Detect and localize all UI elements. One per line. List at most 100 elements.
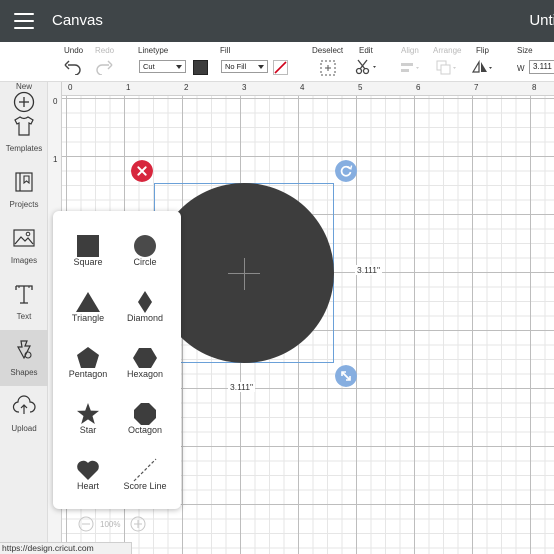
left-nav: New Templates Projects Images Text Shape…: [0, 82, 48, 554]
app-window: Canvas Unti Undo Redo Linetype Cut Fill …: [0, 0, 554, 554]
nav-item-projects[interactable]: Projects: [0, 162, 48, 218]
size-width-label: W: [517, 64, 525, 73]
undo-label: Undo: [64, 46, 84, 55]
ruler-tick-3: 3: [242, 83, 247, 92]
ruler-tick-5: 5: [358, 83, 363, 92]
shape-label: Heart: [76, 481, 99, 491]
redo-label: Redo: [95, 46, 115, 55]
star-icon: [77, 403, 99, 424]
octagon-icon: [134, 403, 156, 425]
nav-item-shapes[interactable]: Shapes: [0, 330, 48, 386]
shape-pentagon[interactable]: Pentagon: [59, 335, 117, 387]
align-label: Align: [401, 46, 419, 55]
align-icon[interactable]: [400, 61, 422, 75]
linetype-color-swatch[interactable]: [193, 60, 208, 75]
linetype-select[interactable]: Cut: [139, 60, 186, 73]
height-dimension-label: 3.111": [355, 265, 383, 275]
ruler-top: 0 1 2 3 4 5 6 7 8: [48, 82, 554, 96]
size-label: Size: [517, 46, 533, 55]
nav-item-templates[interactable]: Templates: [0, 106, 48, 162]
circle-icon: [134, 235, 156, 257]
nav-item-images[interactable]: Images: [0, 218, 48, 274]
fill-value: No Fill: [225, 62, 247, 71]
cloud-upload-icon: [12, 395, 36, 414]
shape-octagon[interactable]: Octagon: [116, 391, 174, 443]
width-dimension-label: 3.111": [228, 382, 256, 392]
ruler-tick-0: 0: [68, 83, 73, 92]
project-title[interactable]: Unti: [529, 12, 554, 29]
shape-star[interactable]: Star: [59, 391, 117, 443]
shape-label: Score Line: [123, 481, 167, 491]
flip-icon[interactable]: [472, 60, 494, 75]
image-icon: [13, 229, 35, 247]
edit-toolbar: Undo Redo Linetype Cut Fill No Fill Dese…: [0, 42, 554, 82]
fill-select[interactable]: No Fill: [221, 60, 268, 73]
shape-label: Pentagon: [68, 369, 108, 379]
text-icon: [15, 285, 33, 304]
nav-label-templates: Templates: [5, 144, 43, 153]
shape-label: Circle: [133, 257, 157, 267]
zoom-out-icon[interactable]: [78, 516, 94, 532]
edit-label: Edit: [359, 46, 373, 55]
flip-label: Flip: [476, 46, 489, 55]
nav-item-text[interactable]: Text: [0, 274, 48, 330]
deselect-icon[interactable]: [320, 60, 336, 76]
edit-scissors-icon[interactable]: [355, 59, 379, 75]
shape-hexagon[interactable]: Hexagon: [116, 335, 174, 387]
deselect-label: Deselect: [312, 46, 344, 55]
ruler-tick-1: 1: [126, 83, 131, 92]
delete-close-icon[interactable]: [131, 160, 153, 182]
app-title: Canvas: [52, 12, 103, 29]
no-fill-color-icon[interactable]: [273, 60, 288, 75]
size-width-input[interactable]: 3.111: [529, 60, 554, 74]
ruler-tick-6: 6: [416, 83, 421, 92]
nav-item-upload[interactable]: Upload: [0, 386, 48, 442]
shape-triangle[interactable]: Triangle: [59, 279, 117, 331]
ruler-tick-7: 7: [474, 83, 479, 92]
resize-handle-icon[interactable]: [335, 365, 357, 387]
redo-icon[interactable]: [95, 59, 113, 75]
ruler-tick-8: 8: [532, 83, 537, 92]
arrange-label: Arrange: [433, 46, 462, 55]
diamond-icon: [138, 291, 152, 313]
center-crosshair: [244, 258, 245, 290]
square-icon: [77, 235, 99, 257]
shape-label: Octagon: [127, 425, 163, 435]
browser-status-url: https://design.cricut.com: [0, 542, 132, 554]
hexagon-icon: [133, 348, 157, 368]
shape-label: Diamond: [126, 313, 164, 323]
rotate-icon[interactable]: [335, 160, 357, 182]
arrange-icon[interactable]: [436, 60, 458, 75]
top-bar: Canvas Unti: [0, 0, 554, 42]
zoom-level: 100%: [100, 520, 121, 529]
ruler-tick-2: 2: [184, 83, 189, 92]
hamburger-menu-icon[interactable]: [14, 13, 34, 29]
zoom-control[interactable]: 100%: [78, 516, 148, 534]
chevron-down-icon: [176, 65, 182, 69]
linetype-label: Linetype: [138, 46, 169, 55]
tshirt-icon: [14, 116, 34, 136]
shape-label: Hexagon: [126, 369, 164, 379]
nav-label-upload: Upload: [11, 424, 37, 433]
undo-icon[interactable]: [64, 59, 82, 75]
shapes-panel: Square Circle Triangle Diamond Pentagon …: [53, 211, 181, 509]
triangle-icon: [76, 292, 100, 312]
nav-label-projects: Projects: [9, 200, 39, 209]
shape-square[interactable]: Square: [59, 223, 117, 275]
nav-label-shapes: Shapes: [10, 368, 38, 377]
fill-label: Fill: [220, 46, 231, 55]
chevron-down-icon: [258, 65, 264, 69]
zoom-in-icon[interactable]: [130, 516, 146, 532]
linetype-value: Cut: [143, 62, 155, 71]
nav-label-new: New: [15, 82, 32, 91]
ruler-tick-4: 4: [300, 83, 305, 92]
shape-score-line[interactable]: Score Line: [116, 447, 174, 499]
ruler-tick-left-1: 1: [53, 155, 58, 164]
shape-diamond[interactable]: Diamond: [116, 279, 174, 331]
shape-heart[interactable]: Heart: [59, 447, 117, 499]
shapes-icon: [16, 340, 32, 360]
shape-circle[interactable]: Circle: [116, 223, 174, 275]
shape-label: Square: [73, 257, 103, 267]
heart-icon: [77, 460, 99, 480]
nav-label-images: Images: [10, 256, 38, 265]
